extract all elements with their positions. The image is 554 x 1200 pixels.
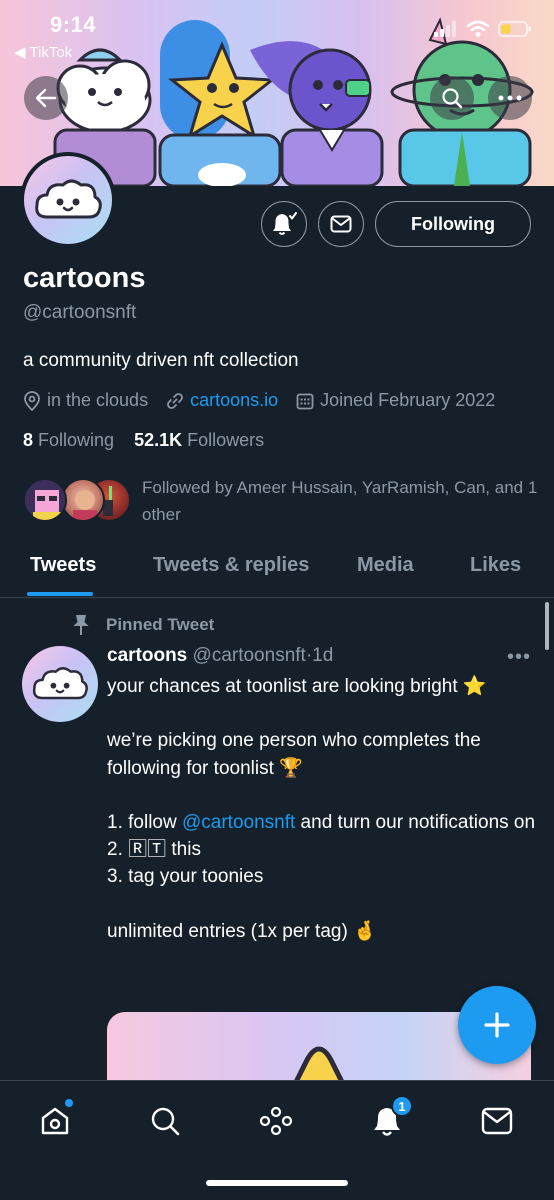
tweet-line: 1. follow @cartoonsnft and turn our noti… xyxy=(107,811,536,833)
tweet-mention[interactable]: @cartoonsnft xyxy=(182,812,295,833)
tweet-line: your chances at toonlist are looking bri… xyxy=(107,676,487,697)
cloud-avatar-icon xyxy=(35,179,102,219)
nav-spaces[interactable] xyxy=(256,1101,296,1141)
pin-icon xyxy=(73,615,89,635)
tweet-time: 1d xyxy=(312,645,334,666)
tweet-text: your chances at toonlist are looking bri… xyxy=(107,673,537,945)
cloud-avatar-icon xyxy=(32,667,88,700)
search-icon xyxy=(442,88,463,109)
website-link[interactable]: cartoons.io xyxy=(190,390,278,411)
tab-likes[interactable]: Likes xyxy=(470,554,521,577)
profile-handle: @cartoonsnft xyxy=(23,302,137,323)
tweet-author-name[interactable]: cartoons xyxy=(107,645,187,666)
home-new-dot xyxy=(65,1099,73,1107)
profile-tabs: Tweets Tweets & replies Media Likes xyxy=(0,538,554,598)
tab-media[interactable]: Media xyxy=(357,554,414,577)
profile-avatar[interactable] xyxy=(20,152,116,248)
nav-notifications[interactable]: 1 xyxy=(367,1095,413,1141)
following-count: 8 xyxy=(23,430,34,450)
followed-by-section[interactable]: Followed by Ameer Hussain, YarRamish, Ca… xyxy=(23,474,543,530)
tweet-header: cartoons @cartoonsnft·1d xyxy=(107,645,333,667)
nav-search[interactable] xyxy=(145,1101,185,1141)
following-count-link[interactable]: 8 Following xyxy=(23,430,114,450)
followers-count-link[interactable]: 52.1K Followers xyxy=(134,430,264,450)
status-icons xyxy=(434,20,532,38)
tweet-line: 3. tag your toonies xyxy=(107,866,264,888)
tweet-author-avatar[interactable] xyxy=(22,646,98,722)
joined-text: Joined February 2022 xyxy=(320,390,496,410)
back-button[interactable] xyxy=(24,76,68,120)
profile-meta: in the clouds cartoons.io Joined Februar… xyxy=(23,390,513,411)
following-label: Following xyxy=(38,430,115,450)
tab-tweets[interactable]: Tweets xyxy=(30,554,96,577)
arrow-left-icon xyxy=(35,88,57,108)
pinned-label: Pinned Tweet xyxy=(72,614,214,636)
compose-plus-icon xyxy=(484,1012,510,1038)
status-bar: 9:14 ◀ TikTok xyxy=(0,0,554,70)
envelope-icon xyxy=(330,215,352,233)
more-options-button[interactable] xyxy=(488,76,532,120)
followed-by-text: Followed by Ameer Hussain, YarRamish, Ca… xyxy=(142,478,538,524)
tab-tweets-and-replies[interactable]: Tweets & replies xyxy=(153,554,309,577)
tweet-line: 2. 🅁🅃 this xyxy=(107,839,201,861)
location-pin-icon xyxy=(24,390,40,411)
notifications-badge: 1 xyxy=(391,1095,413,1117)
cellular-signal-icon xyxy=(434,21,456,37)
location-text: in the clouds xyxy=(47,390,149,410)
status-time: 9:14 xyxy=(50,12,97,37)
message-button[interactable] xyxy=(318,201,364,247)
tweet-more-button[interactable]: ••• xyxy=(507,646,531,669)
profile-website[interactable]: cartoons.io xyxy=(166,390,278,411)
battery-icon xyxy=(498,21,531,37)
nav-home[interactable] xyxy=(35,1099,75,1141)
back-to-app-link[interactable]: ◀ TikTok xyxy=(14,43,72,61)
scrollbar[interactable] xyxy=(545,602,549,650)
search-button[interactable] xyxy=(430,76,474,120)
wifi-icon xyxy=(466,20,490,37)
messages-icon xyxy=(481,1107,513,1135)
tweet-author-handle: @cartoonsnft xyxy=(192,645,306,666)
followers-count: 52.1K xyxy=(134,430,183,450)
following-button[interactable]: Following xyxy=(375,201,531,247)
follower-avatar xyxy=(23,478,67,522)
search-icon xyxy=(151,1107,180,1136)
followers-label: Followers xyxy=(187,430,265,450)
profile-joined: Joined February 2022 xyxy=(296,390,495,411)
notifications-subscribed-button[interactable] xyxy=(261,201,307,247)
profile-bio: a community driven nft collection xyxy=(23,350,299,371)
compose-tweet-button[interactable] xyxy=(458,986,536,1064)
profile-display-name: cartoons xyxy=(23,262,146,294)
nav-messages[interactable] xyxy=(477,1101,517,1141)
profile-location: in the clouds xyxy=(23,390,148,411)
calendar-icon xyxy=(296,393,314,409)
pinned-text: Pinned Tweet xyxy=(106,615,215,634)
follower-avatar xyxy=(61,478,105,522)
home-icon xyxy=(41,1107,69,1135)
spaces-icon xyxy=(259,1106,293,1136)
home-indicator xyxy=(206,1180,348,1186)
active-tab-indicator xyxy=(27,592,93,596)
bell-check-icon xyxy=(273,212,297,235)
tweet-line: we’re picking one person who completes t… xyxy=(107,730,481,779)
more-horizontal-icon xyxy=(498,95,522,101)
tweet-line: unlimited entries (1x per tag) 🤞 xyxy=(107,920,377,942)
follow-counts: 8 Following 52.1K Followers xyxy=(23,430,264,451)
link-icon xyxy=(167,392,183,409)
